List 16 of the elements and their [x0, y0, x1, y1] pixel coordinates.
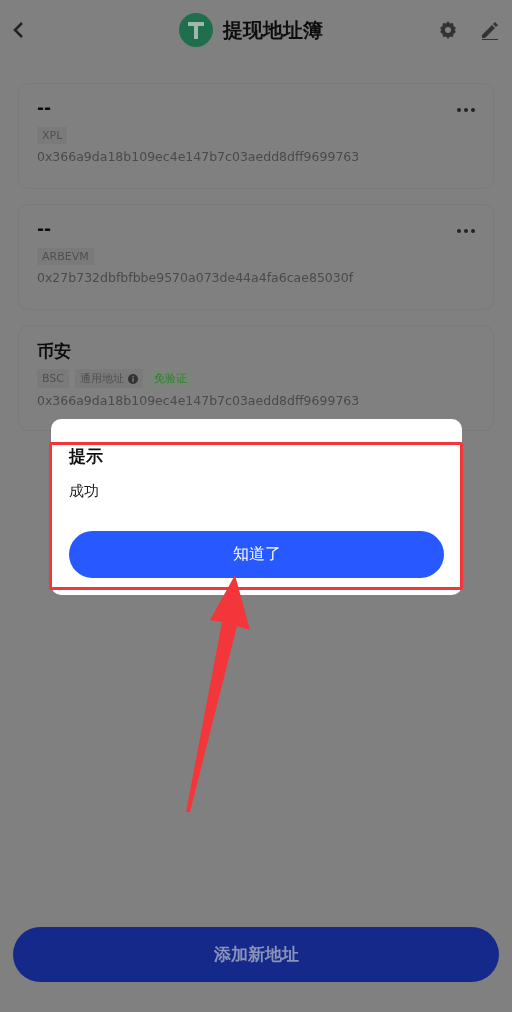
page-title: 提现地址簿	[223, 16, 323, 44]
info-icon	[128, 373, 139, 384]
more-icon[interactable]	[457, 108, 475, 112]
confirm-button[interactable]: 知道了	[69, 531, 444, 578]
verified-tag: 免验证	[149, 369, 193, 388]
coin-logo-icon	[179, 13, 213, 47]
dialog-message: 成功	[69, 482, 100, 501]
settings-icon[interactable]	[438, 20, 458, 40]
more-icon[interactable]	[457, 229, 475, 233]
edit-icon[interactable]	[480, 20, 500, 40]
address-name: --	[37, 98, 52, 120]
address-name: --	[37, 219, 52, 241]
dialog-title: 提示	[69, 445, 104, 468]
back-icon[interactable]	[12, 21, 24, 39]
address-name: 币安	[37, 340, 71, 363]
add-address-button[interactable]: 添加新地址	[13, 927, 499, 982]
